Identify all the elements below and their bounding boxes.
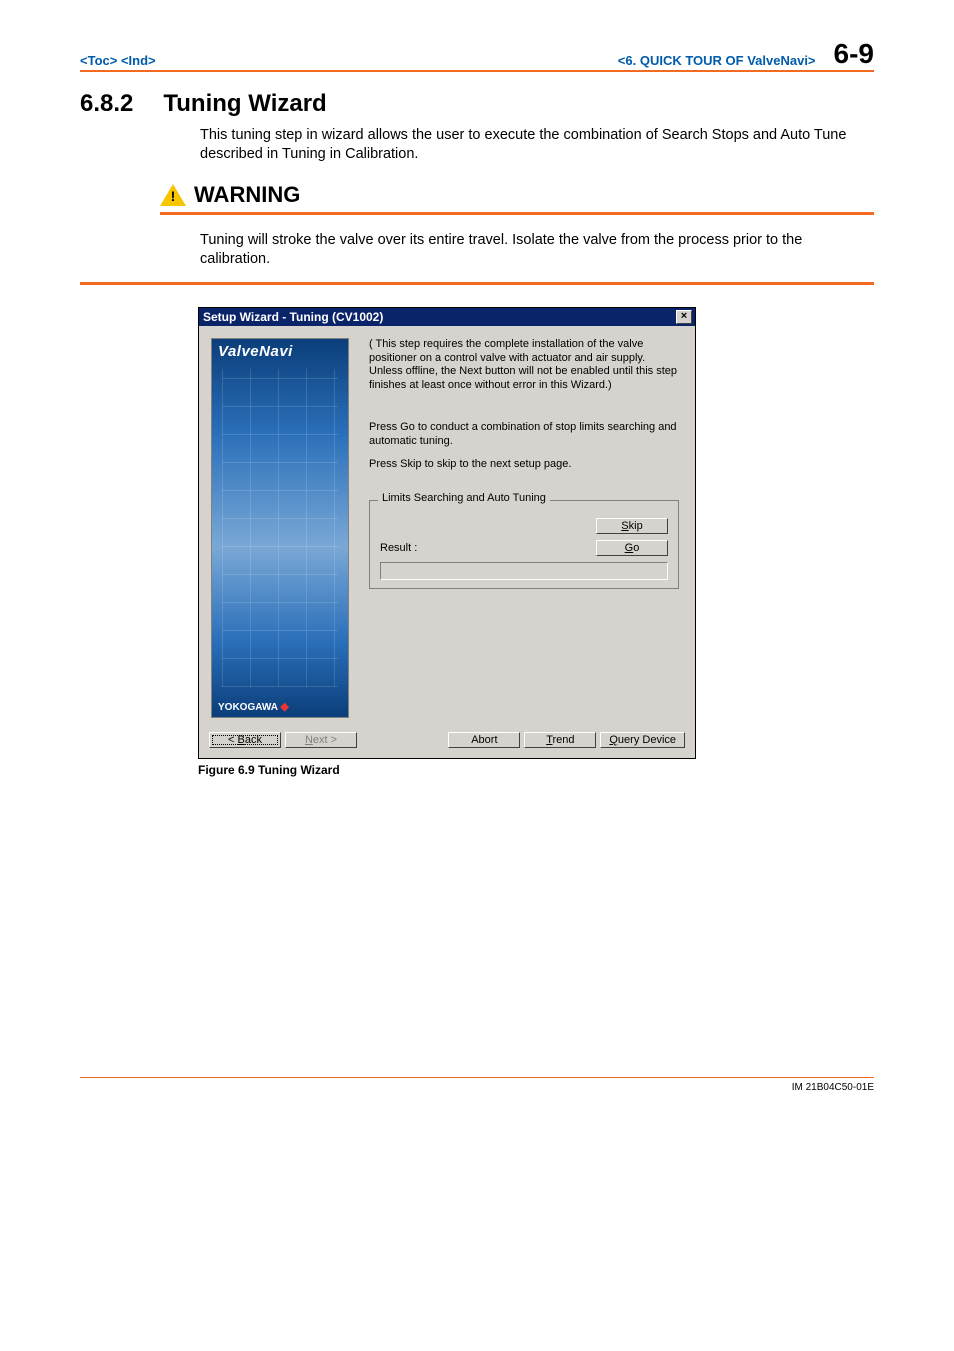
group-legend: Limits Searching and Auto Tuning [378,492,550,504]
header-left[interactable]: <Toc> <Ind> [80,53,156,68]
setup-wizard-dialog: Setup Wizard - Tuning (CV1002) × ValveNa… [198,307,696,759]
wizard-right-pane: ( This step requires the complete instal… [349,338,683,718]
limits-auto-tuning-group: Limits Searching and Auto Tuning Skip Re… [369,500,679,589]
warning-body-block: Tuning will stroke the valve over its en… [80,221,874,285]
result-output [380,562,668,580]
section-number: 6.8.2 [80,90,133,118]
brand-valvenavi: ValveNavi [218,343,293,360]
wizard-note: ( This step requires the complete instal… [369,338,679,393]
footer-doc-id: IM 21B04C50-01E [792,1082,874,1093]
brand-yokogawa: YOKOGAWA ◆ [218,700,289,713]
wizard-press-go: Press Go to conduct a combination of sto… [369,421,679,449]
warning-text: Tuning will stroke the valve over its en… [200,221,874,270]
page-header: <Toc> <Ind> <6. QUICK TOUR OF ValveNavi>… [80,40,874,72]
next-button: Next > [285,732,357,748]
section-heading: 6.8.2 Tuning Wizard [80,90,874,118]
dialog-titlebar[interactable]: Setup Wizard - Tuning (CV1002) × [199,308,695,326]
warning-header: WARNING [160,182,874,215]
warning-label: WARNING [194,182,300,208]
warning-icon [160,184,186,206]
header-center: <6. QUICK TOUR OF ValveNavi> [156,53,834,68]
query-device-button[interactable]: Query Device [600,732,685,748]
section-body: This tuning step in wizard allows the us… [200,126,874,164]
page-footer: IM 21B04C50-01E [80,1077,874,1093]
go-button[interactable]: Go [596,540,668,556]
dialog-title: Setup Wizard - Tuning (CV1002) [203,310,383,324]
figure-caption: Figure 6.9 Tuning Wizard [198,763,874,777]
back-button[interactable]: < Back [209,732,281,748]
section-title-text: Tuning Wizard [163,90,326,117]
close-icon[interactable]: × [676,310,692,324]
wizard-sidebar-image: ValveNavi YOKOGAWA ◆ [211,338,349,718]
header-page-number: 6-9 [834,40,874,68]
result-label: Result : [380,542,417,554]
skip-button[interactable]: Skip [596,518,668,534]
wizard-button-row: < Back Next > Abort Trend Query Device [199,726,695,758]
trend-button[interactable]: Trend [524,732,596,748]
wizard-press-skip: Press Skip to skip to the next setup pag… [369,458,679,472]
abort-button[interactable]: Abort [448,732,520,748]
